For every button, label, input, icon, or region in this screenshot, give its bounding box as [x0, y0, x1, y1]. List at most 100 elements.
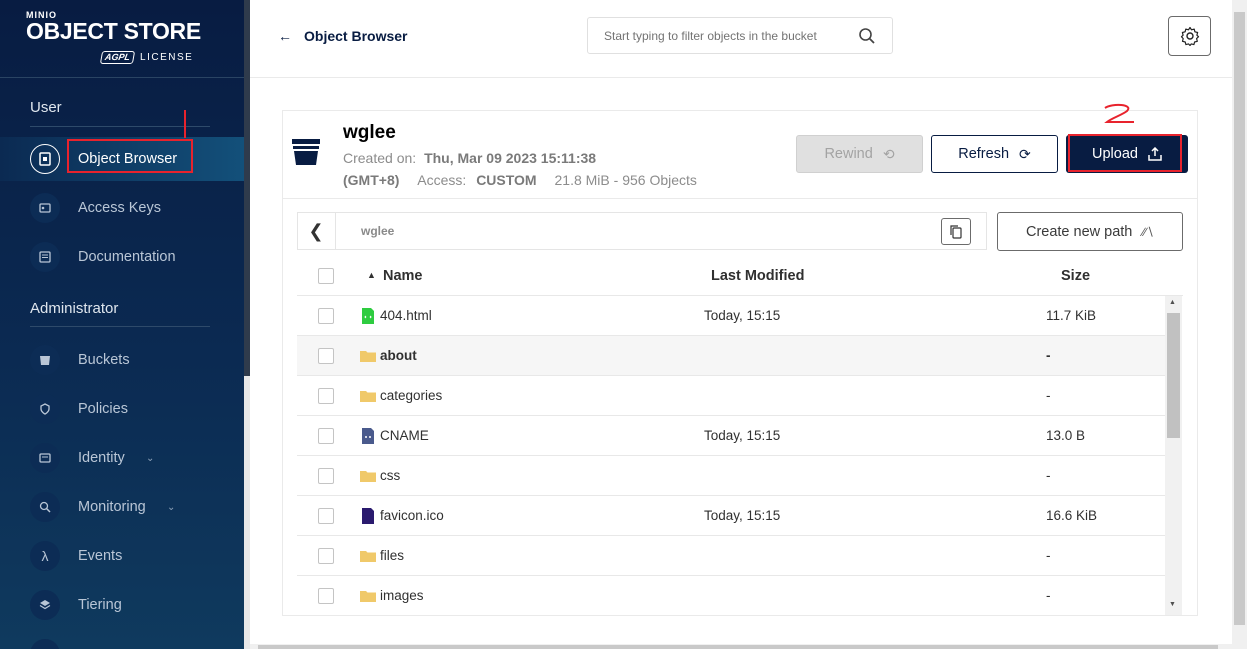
table-row[interactable]: favicon.ico Today, 15:15 16.6 KiB: [297, 496, 1165, 536]
search-input[interactable]: Start typing to filter objects in the bu…: [587, 17, 893, 54]
sidebar-item-label: Buckets: [78, 352, 130, 368]
row-checkbox[interactable]: [318, 348, 334, 364]
scroll-down-icon[interactable]: ▼: [1169, 601, 1176, 608]
table-row[interactable]: files -: [297, 536, 1165, 576]
object-modified: Today, 15:15: [704, 428, 781, 443]
horizontal-scrollbar-thumb[interactable]: [258, 645, 1218, 649]
object-name: 404.html: [380, 308, 432, 323]
object-name: about: [380, 348, 417, 363]
object-size: -: [1046, 588, 1051, 603]
documentation-icon: [30, 242, 60, 272]
object-modified: Today, 15:15: [704, 508, 781, 523]
identity-icon: [30, 443, 60, 473]
col-size[interactable]: Size: [1061, 268, 1090, 284]
agpl-badge: AGPL: [99, 51, 136, 64]
file-icon: [362, 428, 374, 444]
sidebar-item-label: Documentation: [78, 249, 176, 265]
sidebar-item-monitoring[interactable]: Monitoring ⌄: [0, 485, 244, 529]
row-checkbox[interactable]: [318, 588, 334, 604]
object-list: 404.html Today, 15:15 11.7 KiB about - c…: [297, 296, 1165, 615]
object-size: 16.6 KiB: [1046, 508, 1098, 523]
image-file-icon: [362, 508, 374, 524]
col-last-modified[interactable]: Last Modified: [711, 268, 804, 284]
bucket-icon: [292, 139, 320, 165]
history-icon: ⟲: [882, 145, 895, 162]
access-label: Access:: [417, 172, 467, 188]
sort-asc-icon[interactable]: ▲: [367, 270, 376, 280]
list-scrollbar-thumb[interactable]: [1167, 313, 1180, 438]
sidebar-item-tiering[interactable]: Tiering: [0, 583, 244, 627]
annotation-box-1: [67, 139, 193, 173]
bucket-summary: 21.8 MiB - 956 Objects: [554, 172, 697, 188]
row-checkbox[interactable]: [318, 468, 334, 484]
refresh-button[interactable]: Refresh ⟳: [931, 135, 1058, 173]
minio-logo: MINIO OBJECT STORE AGPL LICENSE: [26, 10, 201, 64]
table-row[interactable]: css -: [297, 456, 1165, 496]
back-label: Object Browser: [304, 28, 408, 44]
refresh-label: Refresh: [958, 146, 1010, 162]
sidebar-item-label: Events: [78, 548, 123, 564]
search-icon[interactable]: [858, 27, 876, 45]
admin-section-title: Administrator: [30, 300, 119, 317]
logo-title: OBJECT STORE: [26, 18, 201, 44]
table-row[interactable]: about -: [297, 336, 1165, 376]
col-name[interactable]: Name: [383, 268, 423, 284]
object-size: 13.0 B: [1046, 428, 1086, 443]
scroll-up-icon[interactable]: ▲: [1169, 299, 1176, 306]
table-row[interactable]: 404.html Today, 15:15 11.7 KiB: [297, 296, 1165, 336]
table-row[interactable]: categories -: [297, 376, 1165, 416]
select-all-checkbox[interactable]: [318, 268, 334, 284]
sidebar-divider: [0, 77, 244, 78]
page-scrollbar-thumb[interactable]: [1234, 12, 1245, 625]
row-checkbox[interactable]: [318, 508, 334, 524]
path-bar: [297, 212, 987, 250]
sidebar-item-buckets[interactable]: Buckets: [0, 338, 244, 382]
create-new-path-button[interactable]: Create new path ∕∕∖: [997, 212, 1183, 251]
object-modified: Today, 15:15: [704, 308, 781, 323]
back-to-object-browser[interactable]: ← Object Browser: [278, 28, 407, 44]
bucket-header-divider: [282, 198, 1198, 199]
sidebar-item-more[interactable]: [0, 632, 244, 649]
events-icon: λ: [30, 541, 60, 571]
object-name: css: [380, 468, 401, 483]
monitoring-icon: [30, 492, 60, 522]
bucket-timezone: (GMT+8): [343, 172, 400, 188]
row-checkbox[interactable]: [318, 548, 334, 564]
row-checkbox[interactable]: [318, 308, 334, 324]
rewind-label: Rewind: [824, 146, 873, 162]
annotation-mark-1: [184, 110, 186, 138]
object-size: -: [1046, 348, 1051, 363]
sidebar-item-documentation[interactable]: Documentation: [0, 235, 244, 279]
object-size: 11.7 KiB: [1046, 308, 1097, 323]
object-name: favicon.ico: [380, 508, 444, 523]
path-back-button[interactable]: ❮: [297, 212, 336, 250]
sidebar: MINIO OBJECT STORE AGPL LICENSE User Obje…: [0, 0, 244, 649]
sidebar-item-access-keys[interactable]: Access Keys: [0, 186, 244, 230]
rewind-button[interactable]: Rewind ⟲: [796, 135, 923, 173]
object-browser-icon: [30, 144, 60, 174]
settings-button[interactable]: [1168, 16, 1211, 56]
sidebar-item-events[interactable]: λ Events: [0, 534, 244, 578]
copy-path-button[interactable]: [941, 218, 971, 245]
copy-icon: [950, 224, 962, 239]
sidebar-item-policies[interactable]: Policies: [0, 387, 244, 431]
html-file-icon: [362, 308, 374, 324]
refresh-icon: ⟳: [1019, 145, 1031, 162]
table-row[interactable]: images -: [297, 576, 1165, 615]
chevron-down-icon: ⌄: [146, 452, 155, 464]
row-checkbox[interactable]: [318, 388, 334, 404]
admin-section-line: [30, 326, 210, 327]
chevron-down-icon: ⌄: [167, 501, 176, 513]
table-row[interactable]: CNAME Today, 15:15 13.0 B: [297, 416, 1165, 456]
object-name: CNAME: [380, 428, 429, 443]
chevron-left-icon: ❮: [308, 220, 324, 241]
user-section-title: User: [30, 99, 62, 116]
bucket-name: wglee: [343, 122, 396, 143]
folder-icon: [360, 391, 376, 402]
sidebar-item-identity[interactable]: Identity ⌄: [0, 436, 244, 480]
arrow-left-icon: ←: [278, 28, 292, 44]
annotation-box-2: [1068, 134, 1182, 172]
table-header: ▲ Name Last Modified Size: [297, 258, 1183, 296]
sidebar-scrollbar-track: [244, 376, 250, 649]
row-checkbox[interactable]: [318, 428, 334, 444]
